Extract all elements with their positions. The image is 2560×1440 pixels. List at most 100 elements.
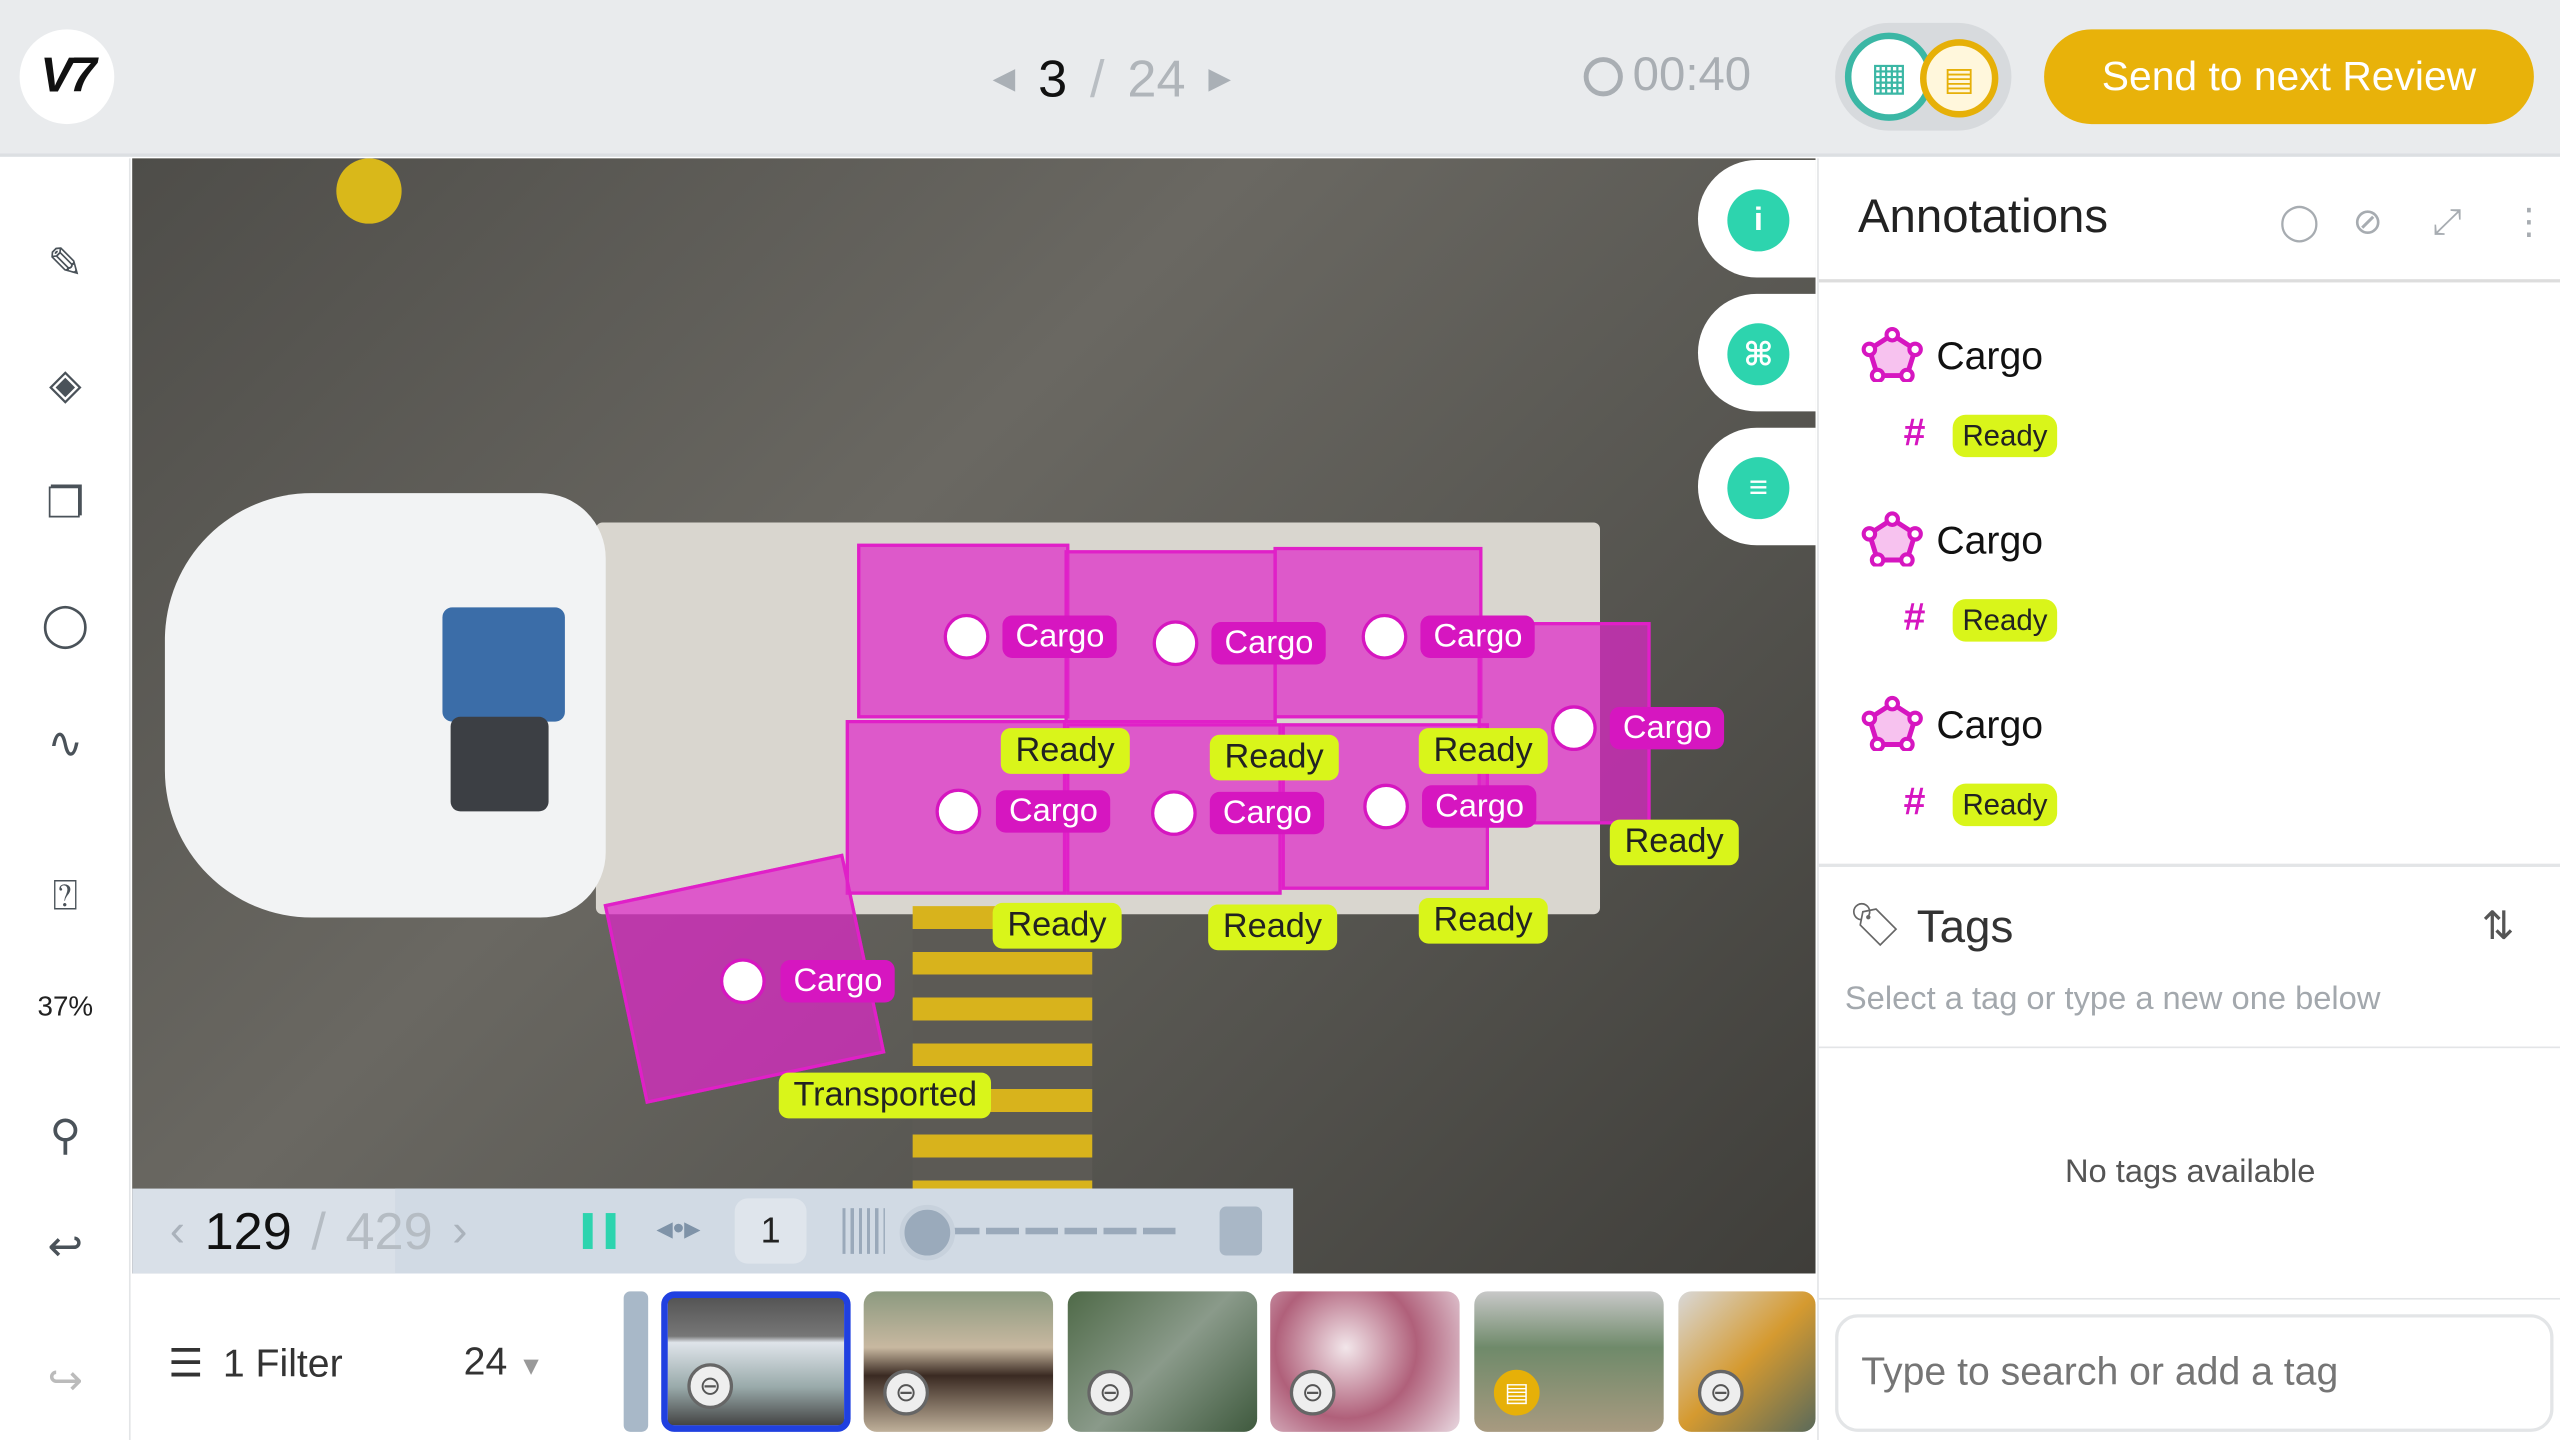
command-icon: ⌘ (1727, 323, 1790, 386)
filter-button[interactable]: ☰ 1 Filter (168, 1340, 342, 1387)
timeline-start (842, 1208, 885, 1254)
frame-pager: ‹ 129 / 429 › (170, 1200, 468, 1261)
previous-item-icon[interactable]: ◀ (993, 61, 1016, 95)
filmstrip: ☰ 1 Filter 24 ▼ ⊖ ⊖ ⊖ ⊖ ▤ ⊖ (132, 1275, 1816, 1440)
zoom-level[interactable]: 37% (0, 991, 131, 1024)
next-item-icon[interactable]: ▶ (1208, 61, 1231, 95)
blue-container (442, 607, 565, 722)
previous-frame-icon[interactable]: ‹ (170, 1205, 185, 1257)
polygon-tool-icon[interactable]: ✎ (33, 233, 98, 292)
timeline-track[interactable] (946, 1227, 1179, 1235)
info-button[interactable]: i (1697, 160, 1816, 278)
current-frame[interactable]: 129 (205, 1201, 292, 1261)
cargo-label[interactable]: Cargo (1609, 706, 1725, 750)
redo-icon[interactable]: ↪ (33, 1350, 98, 1409)
tag-label[interactable]: Transported (778, 1072, 992, 1119)
cargo-label[interactable]: Cargo (1422, 785, 1538, 828)
chevron-down-icon: ▼ (518, 1353, 545, 1382)
status-icon: ⊖ (1087, 1369, 1134, 1416)
divider (1818, 279, 2560, 283)
thumbnail[interactable]: ▤ (1474, 1291, 1664, 1432)
timeline-scrubber[interactable] (899, 1204, 956, 1261)
next-frame-icon[interactable]: › (452, 1205, 467, 1257)
filter-icon: ☰ (168, 1342, 204, 1387)
expand-icon[interactable]: ⤢ (2433, 201, 2462, 243)
undo-icon[interactable]: ↩ (33, 1216, 98, 1275)
polygon-vertex-handle[interactable] (1363, 783, 1409, 830)
thumbnail[interactable]: ⊖ (1067, 1291, 1258, 1432)
polygon-vertex-handle[interactable] (1151, 790, 1197, 836)
settings-button[interactable]: ≡ (1697, 427, 1816, 546)
shortcuts-button[interactable]: ⌘ (1697, 293, 1816, 412)
v7-logo[interactable]: V7 (19, 29, 115, 125)
more-options-icon[interactable]: ⋮ (2511, 201, 2547, 243)
attribute-tag[interactable]: Ready (1952, 783, 2058, 827)
gray-container (450, 716, 549, 812)
stage-review-icon[interactable]: ▤ (1920, 39, 1999, 118)
polygon-vertex-handle[interactable] (1152, 620, 1199, 667)
thumbnail-selected[interactable]: ⊖ (661, 1291, 851, 1432)
divider (1818, 863, 2560, 867)
cargo-label[interactable]: Cargo (1209, 791, 1325, 835)
clone-icon[interactable]: ❐ (33, 473, 98, 532)
circle-icon[interactable]: ◯ (2279, 201, 2319, 243)
auto-annotate-icon[interactable]: ⚲ (33, 1105, 98, 1164)
comment-icon[interactable]: ⍰ (33, 867, 98, 926)
cargo-label[interactable]: Cargo (1002, 615, 1118, 658)
tag-label[interactable]: Ready (1208, 904, 1337, 951)
item-pager: ◀ 3 / 24 ▶ (993, 42, 1231, 114)
total-frames: 429 (345, 1200, 433, 1260)
path-icon[interactable]: ∿ (33, 713, 98, 772)
cargo-label[interactable]: Cargo (1211, 622, 1327, 665)
total-items: 24 (1127, 48, 1186, 107)
thumbnail[interactable]: ⊖ (863, 1291, 1054, 1432)
divider (1818, 1297, 2560, 1300)
tag-label[interactable]: Ready (1418, 897, 1548, 944)
clock-icon (1583, 56, 1623, 96)
annotations-panel: Annotations ◯ ⊘ ⤢ ⋮ Cargo # Ready Cargo … (1817, 158, 2560, 1440)
no-tags-message: No tags available (2064, 1154, 2316, 1191)
tag-search-input[interactable] (1835, 1314, 2554, 1432)
tag-label[interactable]: Ready (1609, 819, 1739, 866)
cargo-label[interactable]: Cargo (995, 790, 1111, 833)
cargo-label[interactable]: Cargo (780, 960, 896, 1003)
tag-label[interactable]: Ready (1418, 728, 1548, 774)
divider (1818, 1046, 2560, 1049)
polygon-vertex-handle[interactable] (720, 958, 766, 1005)
polygon-vertex-handle[interactable] (1551, 705, 1597, 752)
attribute-tag[interactable]: Ready (1952, 599, 2058, 642)
pause-icon[interactable] (582, 1213, 616, 1249)
attribute-hash-icon: # (1903, 780, 1926, 825)
polygon-icon (1861, 511, 1923, 567)
cargo-label[interactable]: Cargo (1420, 615, 1536, 658)
timeline-end-handle[interactable] (1219, 1206, 1263, 1256)
frame-separator: / (311, 1200, 326, 1260)
thumbnail[interactable] (623, 1291, 649, 1432)
tag-label[interactable]: Ready (1000, 728, 1130, 774)
tag-label[interactable]: Ready (1209, 734, 1339, 781)
step-icon[interactable]: ◂•▸ (656, 1208, 700, 1249)
tag-label[interactable]: Ready (992, 902, 1122, 949)
status-review-icon: ▤ (1493, 1369, 1540, 1416)
brush-tool-icon[interactable]: ◈ (33, 354, 98, 413)
pager-separator: / (1090, 48, 1105, 107)
annotation-class: Cargo (1936, 703, 2044, 748)
polygon-vertex-handle[interactable] (935, 788, 982, 835)
send-to-next-review-button[interactable]: Send to next Review (2044, 29, 2534, 125)
sort-icon[interactable]: ⇅ (2482, 903, 2515, 950)
attribute-hash-icon: # (1903, 595, 1926, 641)
polygon-vertex-handle[interactable] (1361, 613, 1408, 660)
polygon-vertex-handle[interactable] (943, 613, 990, 660)
thumbnail[interactable]: ⊖ (1678, 1291, 1816, 1432)
item-count-dropdown[interactable]: 24 ▼ (464, 1340, 544, 1386)
timer: 00:40 (1583, 49, 1751, 103)
annotation-class: Cargo (1936, 519, 2044, 564)
attribute-tag[interactable]: Ready (1952, 414, 2058, 458)
info-icon: i (1727, 189, 1790, 252)
hide-icon[interactable]: ⊘ (2353, 201, 2383, 243)
ellipse-icon[interactable]: ◯ (33, 594, 98, 653)
frame-step-input[interactable]: 1 (734, 1198, 807, 1264)
thumbnail[interactable]: ⊖ (1270, 1291, 1460, 1432)
tags-title: Tags (1916, 901, 2014, 952)
annotation-canvas[interactable]: Cargo Cargo Cargo Cargo Cargo Cargo Carg… (132, 158, 1816, 1274)
